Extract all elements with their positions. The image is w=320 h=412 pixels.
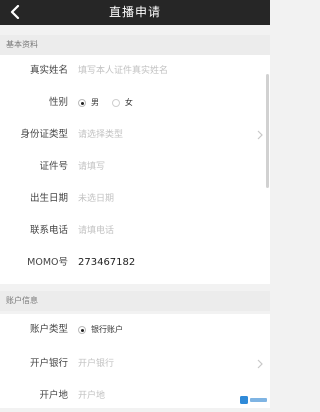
id-type-row[interactable]: 身份证类型 请选择类型 <box>0 119 270 151</box>
momo-label: MOMO号 <box>27 257 68 268</box>
real-name-input[interactable]: 填写本人证件真实姓名 <box>78 55 168 87</box>
gender-options: 男 女 <box>78 87 143 121</box>
location-input[interactable]: 开户地 <box>78 380 105 412</box>
momo-row: MOMO号 273467182 <box>0 247 270 279</box>
watermark-logo <box>240 395 268 405</box>
chevron-right-icon <box>256 129 264 141</box>
real-name-label: 真实姓名 <box>29 65 68 76</box>
radio-selected-icon <box>78 326 86 334</box>
account-type-row: 账户类型 银行账户 <box>0 314 270 346</box>
radio-selected-icon <box>78 99 86 107</box>
phone-label: 联系电话 <box>29 225 68 236</box>
scrollbar[interactable] <box>266 74 269 188</box>
gender-option-female[interactable]: 女 <box>111 87 133 119</box>
radio-unselected-icon <box>111 99 120 107</box>
page-title: 直播申请 <box>108 5 161 19</box>
id-number-input[interactable]: 请填写 <box>78 151 105 183</box>
birth-date-picker[interactable]: 未选日期 <box>78 183 114 215</box>
gender-row: 性别 男 女 <box>0 87 270 119</box>
gender-label: 性别 <box>48 97 68 108</box>
location-row[interactable]: 开户地 开户地 <box>0 380 270 412</box>
birth-date-row[interactable]: 出生日期 未选日期 <box>0 183 270 215</box>
phone-row[interactable]: 联系电话 请填电话 <box>0 215 270 247</box>
section-header-basic: 基本资料 <box>0 35 270 55</box>
momo-value: 273467182 <box>78 257 136 268</box>
location-label: 开户地 <box>39 390 68 401</box>
gender-option-male[interactable]: 男 <box>78 87 99 119</box>
account-type-option-bank[interactable]: 银行账户 <box>78 314 123 346</box>
id-number-label: 证件号 <box>39 161 68 172</box>
bank-row[interactable]: 开户银行 开户银行 <box>0 348 270 380</box>
account-info-card: 账户类型 银行账户 开户银行 开户银行 开户地 开户地 <box>0 314 270 408</box>
id-type-label: 身份证类型 <box>20 129 68 140</box>
id-number-row[interactable]: 证件号 请填写 <box>0 151 270 183</box>
phone-input[interactable]: 请填电话 <box>78 215 114 247</box>
real-name-row[interactable]: 真实姓名 填写本人证件真实姓名 <box>0 55 270 87</box>
section-header-account: 账户信息 <box>0 291 270 311</box>
chevron-right-icon <box>256 358 264 370</box>
account-type-options: 银行账户 <box>78 314 133 348</box>
top-bar: 直播申请 <box>0 0 270 25</box>
birth-date-label: 出生日期 <box>29 193 68 204</box>
bank-select[interactable]: 开户银行 <box>78 348 114 380</box>
bank-label: 开户银行 <box>29 358 68 369</box>
account-type-label: 账户类型 <box>29 324 68 335</box>
id-type-select[interactable]: 请选择类型 <box>78 119 123 151</box>
basic-info-card: 真实姓名 填写本人证件真实姓名 性别 男 女 身份证类型 请选择类型 证件号 请… <box>0 55 270 284</box>
